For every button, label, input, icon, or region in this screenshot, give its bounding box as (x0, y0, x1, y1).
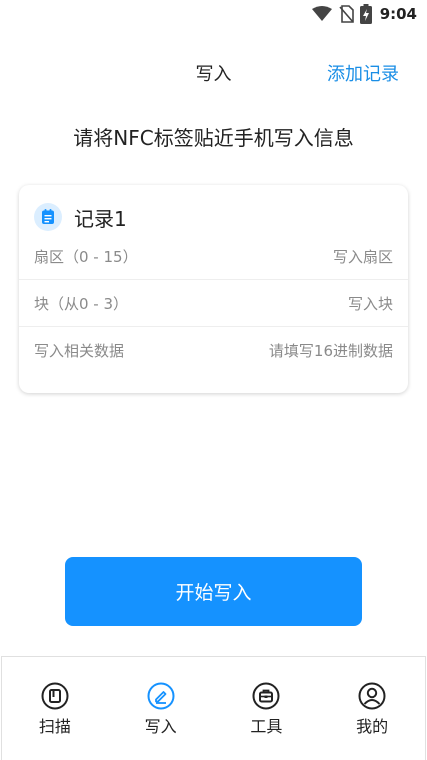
write-icon (147, 682, 175, 710)
status-bar: 9:04 (0, 0, 427, 30)
top-bar: 写入 添加记录 (0, 56, 427, 90)
hex-data-input[interactable]: 请填写16进制数据 (269, 340, 393, 361)
block-input[interactable]: 写入块 (348, 293, 393, 314)
no-sim-icon (339, 5, 354, 23)
block-label: 块（从0 - 3） (34, 294, 129, 313)
bottom-nav: 扫描 写入 工具 我的 (1, 656, 426, 760)
toolbox-icon (252, 682, 280, 710)
nav-item-tools[interactable]: 工具 (214, 657, 320, 760)
record-title: 记录1 (74, 206, 127, 231)
block-field[interactable]: 块（从0 - 3） 写入块 (19, 280, 408, 327)
profile-icon (358, 682, 386, 710)
record-card-header: 记录1 (34, 202, 127, 232)
scan-icon (41, 682, 69, 710)
nav-label-scan: 扫描 (38, 717, 71, 736)
sector-field[interactable]: 扇区（0 - 15） 写入扇区 (19, 233, 408, 280)
nav-label-tools: 工具 (250, 717, 283, 736)
notepad-icon (34, 203, 62, 231)
sector-input[interactable]: 写入扇区 (333, 246, 393, 267)
add-record-button[interactable]: 添加记录 (327, 60, 399, 86)
nav-item-scan[interactable]: 扫描 (2, 657, 108, 760)
start-write-button[interactable]: 开始写入 (65, 557, 362, 626)
wifi-icon (311, 6, 332, 21)
status-icons: 9:04 (311, 4, 417, 24)
nav-label-profile: 我的 (356, 717, 389, 736)
nav-label-write: 写入 (144, 717, 177, 736)
nav-item-write[interactable]: 写入 (108, 657, 214, 760)
record-card: 记录1 扇区（0 - 15） 写入扇区 块（从0 - 3） 写入块 写入相关数据… (19, 185, 408, 393)
battery-icon (359, 4, 372, 24)
status-time: 9:04 (379, 5, 417, 23)
data-field[interactable]: 写入相关数据 请填写16进制数据 (19, 327, 408, 374)
sector-label: 扇区（0 - 15） (34, 247, 138, 266)
instruction-text: 请将NFC标签贴近手机写入信息 (73, 126, 354, 150)
nav-item-profile[interactable]: 我的 (319, 657, 425, 760)
data-label: 写入相关数据 (34, 342, 125, 360)
